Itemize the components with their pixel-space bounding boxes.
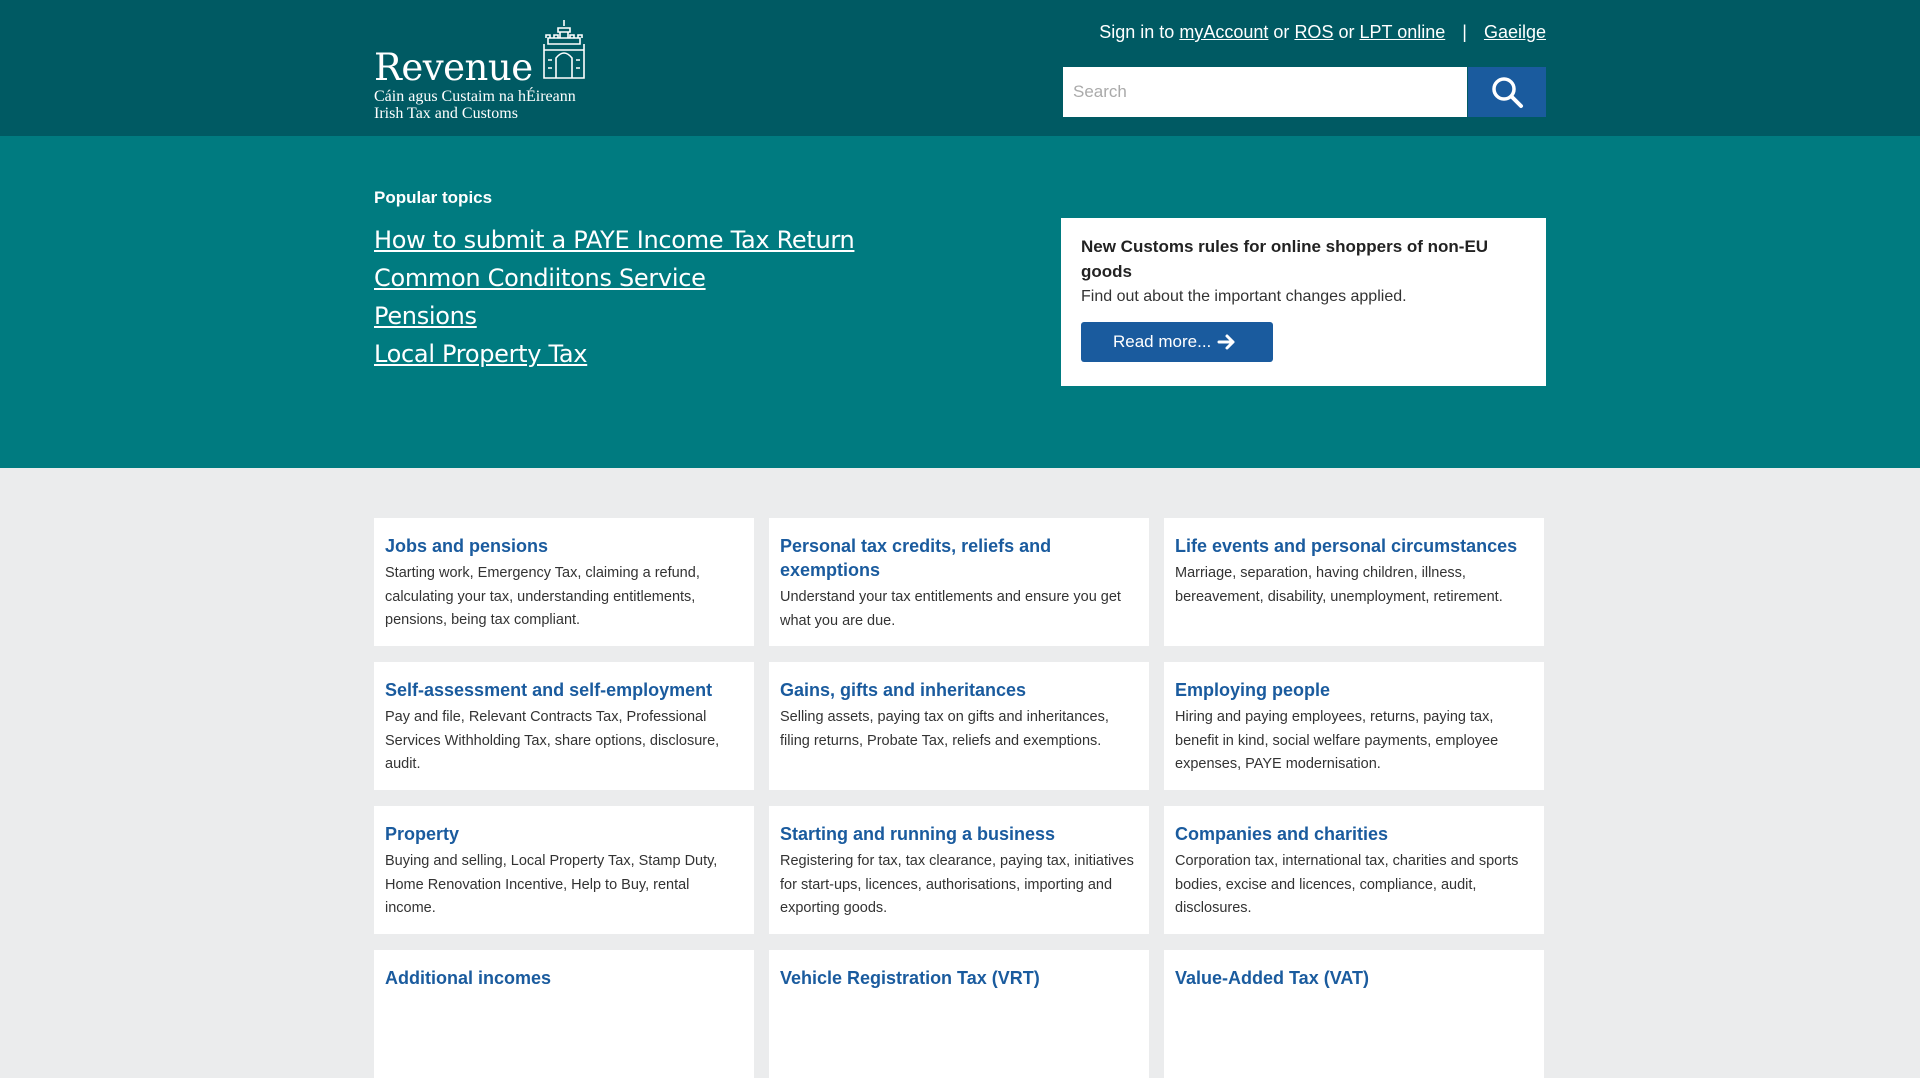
card-additional-incomes[interactable]: Additional incomes <box>374 950 754 1078</box>
card-text: Corporation tax, international tax, char… <box>1175 853 1519 916</box>
topic-link-pensions[interactable]: Pensions <box>374 302 477 330</box>
popular-topics-title: Popular topics <box>374 188 493 207</box>
card-text: Understand your tax entitlements and ens… <box>780 589 1121 629</box>
or-text-2: or <box>1338 22 1355 42</box>
lpt-online-link[interactable]: LPT online <box>1360 22 1446 42</box>
card-text: Registering for tax, tax clearance, payi… <box>780 853 1134 916</box>
card-vat[interactable]: Value-Added Tax (VAT) <box>1164 950 1544 1078</box>
topic-link-common-conditions[interactable]: Common Condiitons Service <box>374 264 706 292</box>
card-property[interactable]: Property Buying and selling, Local Prope… <box>374 806 754 934</box>
card-text: Marriage, separation, having children, i… <box>1175 565 1503 605</box>
search-form <box>1063 67 1546 117</box>
card-gains-gifts-inheritances[interactable]: Gains, gifts and inheritances Selling as… <box>769 662 1149 790</box>
card-starting-business[interactable]: Starting and running a business Register… <box>769 806 1149 934</box>
topic-link-paye-return[interactable]: How to submit a PAYE Income Tax Return <box>374 226 855 254</box>
card-title: Additional incomes <box>385 968 552 988</box>
card-text: Selling assets, paying tax on gifts and … <box>780 709 1109 749</box>
card-title: Value-Added Tax (VAT) <box>1175 968 1370 988</box>
logo-wordmark: Revenue <box>374 46 533 89</box>
card-companies-charities[interactable]: Companies and charities Corporation tax,… <box>1164 806 1544 934</box>
card-title: Employing people <box>1175 680 1331 700</box>
castle-logo-icon <box>543 20 585 79</box>
read-more-button[interactable]: Read more... <box>1081 322 1274 362</box>
logo-subtitle-irish: Cáin agus Custaim na hÉireann <box>374 88 576 105</box>
hero-section: Popular topics How to submit a PAYE Inco… <box>0 136 1920 468</box>
card-text: Hiring and paying employees, returns, pa… <box>1175 709 1499 772</box>
or-text-1: or <box>1273 22 1290 42</box>
card-title: Companies and charities <box>1175 824 1389 844</box>
site-header: Revenue Cáin agus Custaim na hÉireann Ir… <box>0 0 1920 136</box>
myaccount-link[interactable]: myAccount <box>1179 22 1268 42</box>
card-text: Starting work, Emergency Tax, claiming a… <box>385 565 700 628</box>
card-title: Jobs and pensions <box>385 536 549 556</box>
card-title: Self-assessment and self-employment <box>385 680 713 700</box>
read-more-label: Read more... <box>1113 332 1212 351</box>
list-item: Common Condiitons Service <box>374 262 854 294</box>
notice-text: Find out about the important changes app… <box>1081 288 1407 305</box>
card-title: Property <box>385 824 460 844</box>
card-text: Buying and selling, Local Property Tax, … <box>385 853 718 916</box>
card-title: Starting and running a business <box>780 824 1056 844</box>
popular-topics-list: How to submit a PAYE Income Tax Return C… <box>374 224 855 376</box>
logo-subtitle: Cáin agus Custaim na hÉireann Irish Tax … <box>374 88 576 122</box>
notice-title: New Customs rules for online shoppers of… <box>1081 237 1489 281</box>
card-jobs-and-pensions[interactable]: Jobs and pensions Starting work, Emergen… <box>374 518 754 646</box>
card-self-assessment[interactable]: Self-assessment and self-employment Pay … <box>374 662 754 790</box>
card-vrt[interactable]: Vehicle Registration Tax (VRT) <box>769 950 1149 1078</box>
card-title: Life events and personal circumstances <box>1175 536 1518 556</box>
signin-prefix: Sign in to <box>1099 22 1175 42</box>
gaeilge-link[interactable]: Gaeilge <box>1484 22 1546 42</box>
card-text: Pay and file, Relevant Contracts Tax, Pr… <box>385 709 720 772</box>
revenue-logo[interactable]: Revenue Cáin agus Custaim na hÉireann Ir… <box>374 18 594 124</box>
ros-link[interactable]: ROS <box>1294 22 1333 42</box>
search-input[interactable] <box>1063 67 1467 117</box>
list-item: How to submit a PAYE Income Tax Return <box>374 224 855 256</box>
list-item: Pensions <box>374 300 854 332</box>
search-button[interactable] <box>1468 67 1546 117</box>
card-life-events[interactable]: Life events and personal circumstances M… <box>1164 518 1544 646</box>
topic-link-local-property-tax[interactable]: Local Property Tax <box>374 340 588 368</box>
card-personal-tax-credits[interactable]: Personal tax credits, reliefs and exempt… <box>769 518 1149 646</box>
list-item: Local Property Tax <box>374 338 854 370</box>
customs-notice-card: New Customs rules for online shoppers of… <box>1061 218 1546 386</box>
card-employing-people[interactable]: Employing people Hiring and paying emplo… <box>1164 662 1544 790</box>
separator: | <box>1462 22 1467 42</box>
arrow-right-icon <box>1217 334 1235 350</box>
card-title: Gains, gifts and inheritances <box>780 680 1027 700</box>
card-title: Vehicle Registration Tax (VRT) <box>780 968 1040 988</box>
signin-bar: Sign in to myAccount or ROS or LPT onlin… <box>1099 22 1546 43</box>
search-icon <box>1492 77 1523 108</box>
logo-subtitle-english: Irish Tax and Customs <box>374 105 518 122</box>
card-title: Personal tax credits, reliefs and exempt… <box>780 536 1052 580</box>
